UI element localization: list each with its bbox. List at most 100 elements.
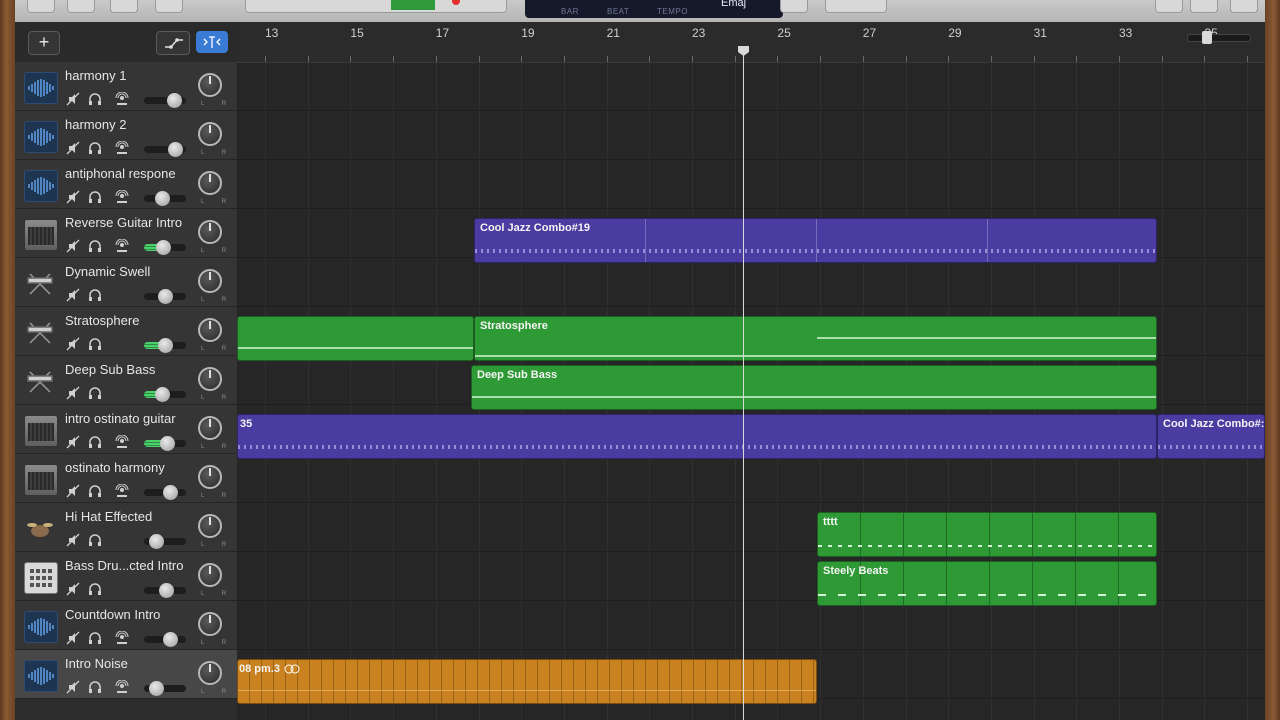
track-header[interactable]: intro ostinato guitar L R <box>15 405 237 454</box>
drum-kit-icon[interactable] <box>24 513 56 543</box>
audio-waveform-icon[interactable] <box>24 170 58 202</box>
headphones-solo-icon[interactable] <box>87 92 103 106</box>
playhead[interactable] <box>743 50 744 720</box>
audio-waveform-icon[interactable] <box>24 611 58 643</box>
track-name[interactable]: intro ostinato guitar <box>65 411 176 426</box>
audio-waveform-icon[interactable] <box>24 121 58 153</box>
mute-icon[interactable] <box>65 582 81 596</box>
track-header[interactable]: harmony 2 L R <box>15 111 237 160</box>
region-stratosphere[interactable]: Stratosphere <box>474 316 1157 361</box>
track-header[interactable]: Dynamic Swell L R <box>15 258 237 307</box>
play-button[interactable] <box>391 0 435 10</box>
volume-slider[interactable] <box>144 632 186 647</box>
region-deep-sub-bass[interactable]: Deep Sub Bass <box>471 365 1157 410</box>
headphones-solo-icon[interactable] <box>87 435 103 449</box>
count-in-button[interactable] <box>825 0 887 13</box>
region-stratosphere-left[interactable] <box>237 316 474 361</box>
track-header[interactable]: Bass Dru...cted Intro L R <box>15 552 237 601</box>
zoom-slider-knob[interactable] <box>1202 31 1212 44</box>
loop-browser-button[interactable] <box>1190 0 1218 13</box>
pan-knob[interactable] <box>198 563 222 587</box>
volume-slider-knob[interactable] <box>149 534 164 549</box>
mute-icon[interactable] <box>65 484 81 498</box>
mute-icon[interactable] <box>65 386 81 400</box>
editors-button[interactable] <box>155 0 183 13</box>
record-enable-icon[interactable] <box>114 189 130 204</box>
lcd-display[interactable]: BAR BEAT TEMPO Emaj <box>525 0 783 18</box>
headphones-solo-icon[interactable] <box>87 631 103 645</box>
track-name[interactable]: harmony 1 <box>65 68 126 83</box>
tuner-button[interactable] <box>780 0 808 13</box>
volume-slider[interactable] <box>144 142 186 157</box>
volume-slider-knob[interactable] <box>155 191 170 206</box>
volume-slider[interactable] <box>144 387 186 402</box>
track-name[interactable]: Reverse Guitar Intro <box>65 215 182 230</box>
track-lane[interactable] <box>237 601 1265 650</box>
record-enable-icon[interactable] <box>114 679 130 694</box>
volume-slider[interactable] <box>144 240 186 255</box>
record-enable-icon[interactable] <box>114 91 130 106</box>
mute-icon[interactable] <box>65 239 81 253</box>
track-lane[interactable] <box>237 62 1265 111</box>
pan-knob[interactable] <box>198 367 222 391</box>
add-track-button[interactable]: + <box>28 31 60 55</box>
mute-icon[interactable] <box>65 631 81 645</box>
volume-slider[interactable] <box>144 583 186 598</box>
region-intro-noise[interactable]: 08 pm.3 <box>237 659 817 704</box>
track-lane[interactable] <box>237 160 1265 209</box>
headphones-solo-icon[interactable] <box>87 533 103 547</box>
headphones-solo-icon[interactable] <box>87 484 103 498</box>
region-steely-beats[interactable]: Steely Beats <box>817 561 1157 606</box>
region-intro-ostinato[interactable]: 35 <box>237 414 1157 459</box>
automation-button[interactable] <box>156 31 190 55</box>
mute-icon[interactable] <box>65 141 81 155</box>
headphones-solo-icon[interactable] <box>87 680 103 694</box>
mute-icon[interactable] <box>65 190 81 204</box>
flex-editing-button[interactable] <box>196 31 228 53</box>
track-lane[interactable] <box>237 111 1265 160</box>
track-header[interactable]: harmony 1 L R <box>15 62 237 111</box>
audio-waveform-icon[interactable] <box>24 72 58 104</box>
volume-slider[interactable] <box>144 485 186 500</box>
pan-knob[interactable] <box>198 416 222 440</box>
headphones-solo-icon[interactable] <box>87 337 103 351</box>
mute-icon[interactable] <box>65 288 81 302</box>
track-header[interactable]: Hi Hat Effected L R <box>15 503 237 552</box>
volume-slider[interactable] <box>144 681 186 696</box>
mute-icon[interactable] <box>65 92 81 106</box>
volume-slider-knob[interactable] <box>168 142 183 157</box>
keyboard-stand-icon[interactable] <box>24 317 56 347</box>
record-enable-icon[interactable] <box>114 238 130 253</box>
track-name[interactable]: Countdown Intro <box>65 607 160 622</box>
track-name[interactable]: Dynamic Swell <box>65 264 150 279</box>
amp-icon[interactable] <box>24 219 58 251</box>
volume-slider-knob[interactable] <box>158 338 173 353</box>
track-name[interactable]: Deep Sub Bass <box>65 362 155 377</box>
track-header[interactable]: ostinato harmony L R <box>15 454 237 503</box>
headphones-solo-icon[interactable] <box>87 239 103 253</box>
pan-knob[interactable] <box>198 269 222 293</box>
library-button[interactable] <box>27 0 55 13</box>
track-name[interactable]: Bass Dru...cted Intro <box>65 558 184 573</box>
volume-slider-knob[interactable] <box>149 681 164 696</box>
track-name[interactable]: Intro Noise <box>65 656 128 671</box>
mute-icon[interactable] <box>65 680 81 694</box>
track-header[interactable]: antiphonal respone L R <box>15 160 237 209</box>
amp-icon[interactable] <box>24 415 58 447</box>
ruler[interactable]: 131517192123252729313335 <box>237 22 1265 63</box>
record-enable-icon[interactable] <box>114 140 130 155</box>
volume-slider-knob[interactable] <box>158 289 173 304</box>
headphones-solo-icon[interactable] <box>87 582 103 596</box>
volume-slider[interactable] <box>144 534 186 549</box>
pan-knob[interactable] <box>198 612 222 636</box>
keyboard-stand-icon[interactable] <box>24 268 56 298</box>
volume-slider-knob[interactable] <box>163 632 178 647</box>
mute-icon[interactable] <box>65 533 81 547</box>
notepad-button[interactable] <box>1155 0 1183 13</box>
record-enable-icon[interactable] <box>114 434 130 449</box>
drum-machine-icon[interactable] <box>24 562 58 594</box>
track-header[interactable]: Intro Noise L R <box>15 650 237 699</box>
track-header[interactable]: Countdown Intro L R <box>15 601 237 650</box>
volume-slider-knob[interactable] <box>163 485 178 500</box>
smart-controls-button[interactable] <box>110 0 138 13</box>
